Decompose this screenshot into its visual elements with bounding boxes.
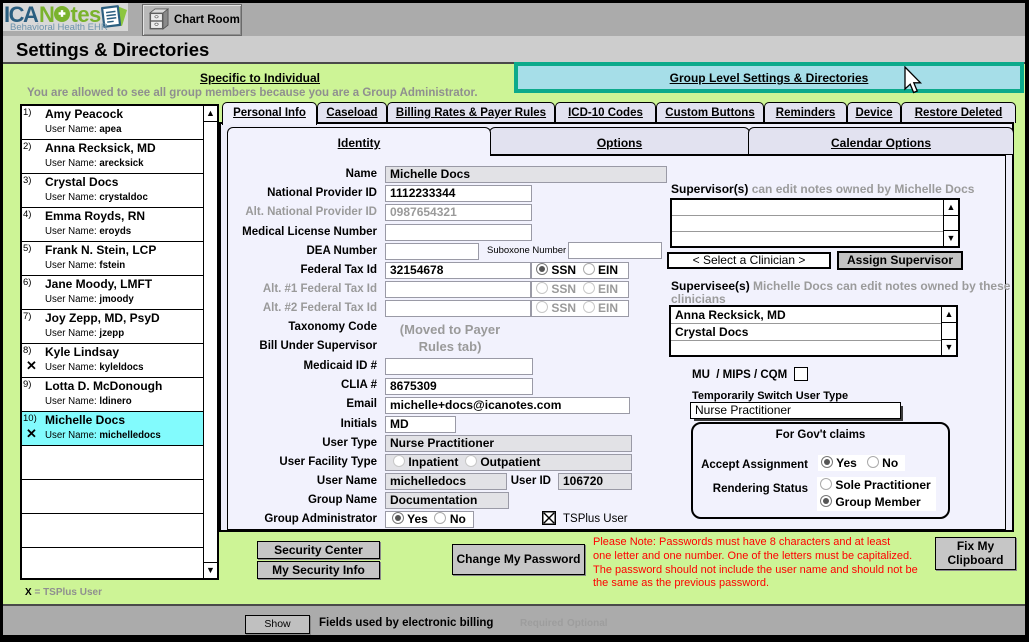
- svg-text:Behavioral Health EHR: Behavioral Health EHR: [10, 22, 108, 31]
